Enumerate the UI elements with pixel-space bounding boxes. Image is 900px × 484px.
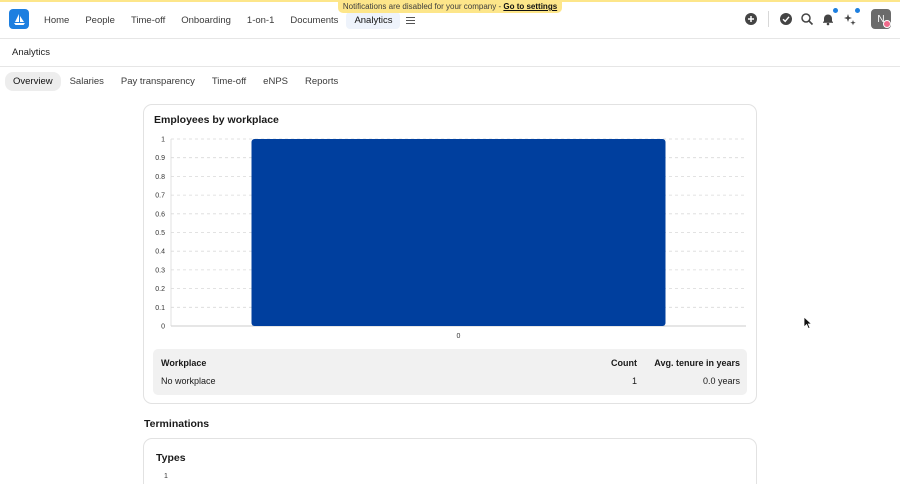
- column-header-workplace: Workplace: [161, 358, 207, 368]
- y-tick-label: 0.5: [155, 230, 165, 237]
- y-tick-label: 1: [161, 137, 165, 144]
- y-tick-label: 0.3: [155, 267, 165, 274]
- y-tick-label: 0.7: [155, 193, 165, 200]
- terminations-heading: Terminations: [144, 418, 210, 430]
- column-header-count: Count: [611, 358, 637, 368]
- bar-0: [251, 139, 666, 326]
- y-tick-label: 0.9: [155, 155, 165, 162]
- table-cell-tenure: 0.0 years: [702, 376, 740, 386]
- y-tick-label: 0.2: [155, 286, 165, 293]
- y-tick-label: 0.1: [155, 305, 165, 312]
- y-tick-label: 1: [164, 473, 168, 480]
- table-cell-count: 1: [631, 376, 637, 386]
- workplace-bar-chart: 0 0.1 0.2 0.3 0.4 0.5 0.6 0.7 0.8 0.9 1 0: [155, 137, 746, 340]
- x-tick-label: 0: [457, 333, 461, 340]
- y-tick-label: 0.8: [155, 174, 165, 181]
- mouse-cursor-icon: [803, 316, 813, 330]
- y-tick-label: 0.6: [155, 211, 165, 218]
- y-tick-label: 0.4: [155, 249, 165, 256]
- y-tick-label: 0: [161, 324, 165, 331]
- column-header-tenure: Avg. tenure in years: [654, 358, 740, 368]
- termination-types-card: Types 1: [143, 438, 757, 484]
- workplace-table: Workplace Count Avg. tenure in years No …: [153, 349, 747, 395]
- table-cell-workplace: No workplace: [161, 376, 216, 386]
- card-title: Types: [156, 452, 186, 464]
